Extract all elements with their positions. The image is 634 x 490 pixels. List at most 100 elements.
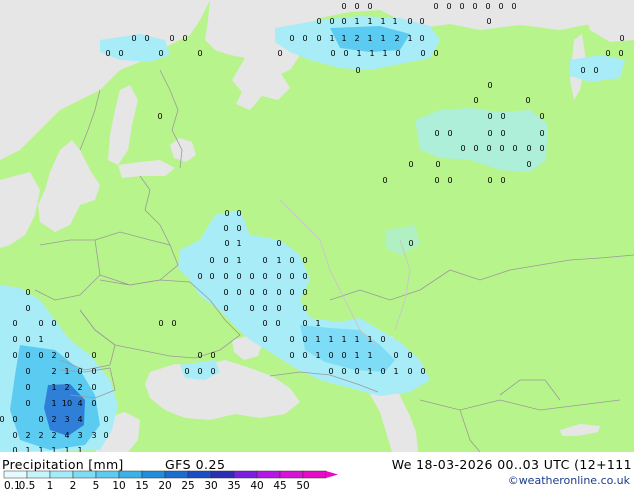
scale-box [49,470,74,479]
precip-value-label: 0 [341,367,346,376]
precip-value-label: 0 [224,209,229,218]
scale-box [72,470,97,479]
scale-tick-label: 40 [250,480,263,490]
precip-value-label: 0 [223,288,228,297]
precip-value-label: 0 [382,176,387,185]
precip-value-label: 0 [289,256,294,265]
precip-value-label: 0 [197,367,202,376]
precip-value-label: 2 [51,367,56,376]
precip-value-label: 0 [419,34,424,43]
precip-value-label: 2 [354,34,359,43]
precip-value-label: 0 [341,17,346,26]
precip-value-label: 2 [51,431,56,440]
scale-box [3,470,28,479]
precip-value-label: 1 [341,335,346,344]
precip-value-label: 0 [12,335,17,344]
precip-value-label: 0 [262,256,267,265]
precip-value-label: 1 [341,34,346,43]
scale-box [233,470,258,479]
precip-value-label: 0 [341,351,346,360]
precip-value-label: 3 [77,431,82,440]
color-scale: 0.10.5 1 2 5 10 15 20 25 30 35 40 45 50 [3,470,338,490]
precip-value-label: 3 [64,415,69,424]
scale-box [210,470,235,479]
scale-tick-label: 15 [135,480,148,490]
precip-value-label: 0 [460,144,465,153]
precip-value-label: 0 [249,288,254,297]
precip-value-label: 1 [367,367,372,376]
precip-value-label: 0 [316,17,321,26]
precip-value-label: 0 [157,112,162,121]
precip-value-label: 0 [25,399,30,408]
precip-value-label: 0 [105,49,110,58]
precip-value-label: 0 [407,367,412,376]
precip-value-label: 0 [289,335,294,344]
scale-tick-label: 35 [227,480,240,490]
precip-value-label: 0 [473,96,478,105]
precip-value-label: 0 [91,367,96,376]
precip-value-label: 0 [249,304,254,313]
precip-value-label: 0 [593,66,598,75]
precip-value-label: 0 [262,319,267,328]
precip-value-label: 0 [511,2,516,11]
scale-tick-label: 10 [112,480,125,490]
precip-value-label: 0 [302,335,307,344]
precip-value-label: 1 [380,17,385,26]
credit-link[interactable]: ©weatheronline.co.uk [508,474,630,487]
precip-value-label: 0 [433,2,438,11]
precip-value-label: 4 [77,415,82,424]
precip-value-label: 0 [539,129,544,138]
precip-value-label: 0 [25,351,30,360]
precip-value-label: 3 [91,431,96,440]
precipitation-map[interactable]: 0 0 0 1 1 1 1 0 00 0 0 0 0 0 000 0 00 0 0 0 0 0 0 1 1 2 1 1 2 1 0 00 0 0 0… [0,0,634,452]
precip-value-label: 0 [197,49,202,58]
precip-value-label: 0 [526,144,531,153]
precip-value-label: 0 [618,49,623,58]
precip-value-label: 0 [395,49,400,58]
precip-value-label: 10 [62,399,72,408]
precip-value-label: 0 [38,415,43,424]
precip-value-label: 0 [25,383,30,392]
precip-value-label: 0 [277,49,282,58]
precip-value-label: 0 [447,176,452,185]
precip-value-label: 1 [51,399,56,408]
precip-value-label: 0 [380,335,385,344]
precip-value-label: 0 [420,49,425,58]
precip-value-label: 0 [487,112,492,121]
precip-value-label: 0 [262,304,267,313]
precip-value-label: 0 [210,367,215,376]
precip-value-label: 0 [64,351,69,360]
precip-value-label: 0 [91,351,96,360]
precip-value-label: 0 [236,272,241,281]
precip-value-label: 0 [486,144,491,153]
precip-value-label: 0 [328,351,333,360]
precip-value-label: 0 [512,144,517,153]
precip-value-label: 0 [539,144,544,153]
scale-tick-label: 5 [93,480,100,490]
precip-value-label: 1 [51,383,56,392]
precip-value-label: 0 [316,34,321,43]
scale-arrow [326,471,338,478]
scale-boxes [3,470,338,479]
precip-value-label: 1 [392,17,397,26]
precip-value-label: 0 [433,49,438,58]
precip-value-label: 0 [91,399,96,408]
precip-value-label: 0 [276,239,281,248]
precip-value-label: 0 [302,304,307,313]
precip-value-label: 0 [236,209,241,218]
scale-tick-label: 30 [204,480,217,490]
precip-value-label: 0 [169,34,174,43]
precip-value-label: 0 [236,288,241,297]
precip-value-label: 0 [473,144,478,153]
precip-value-label: 0 [275,319,280,328]
precip-value-label: 1 [354,351,359,360]
precip-value-label: 0 [499,144,504,153]
precip-value-label: 0 [343,49,348,58]
precip-value-label: 1 [382,49,387,58]
scale-tick-label: 45 [273,480,286,490]
precip-value-label: 0 [447,129,452,138]
precip-value-label: 0 [380,367,385,376]
precip-value-label: 0 [171,319,176,328]
precip-value-label: 0 [276,272,281,281]
precip-value-label: 0 [486,17,491,26]
